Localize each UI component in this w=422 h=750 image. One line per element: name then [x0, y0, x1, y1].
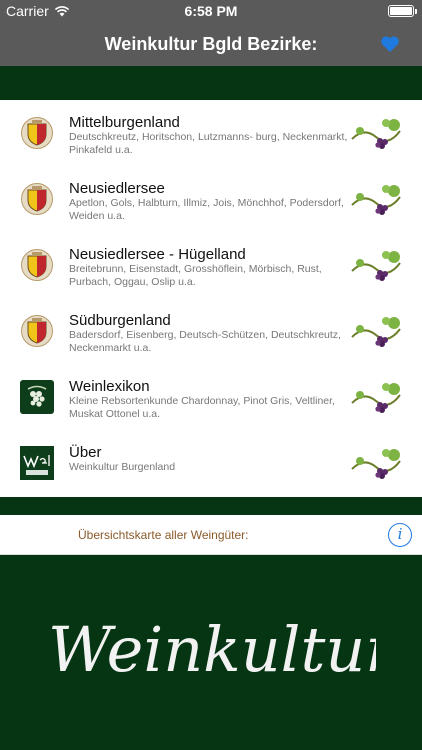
grapevine-icon	[351, 317, 401, 347]
overview-map-bar[interactable]: Übersichtskarte aller Weingüter: i	[0, 515, 422, 555]
weinkultur-wordmark-logo: Weinkultur	[48, 613, 376, 686]
grapes-logo-icon	[20, 380, 54, 414]
grapevine-icon	[351, 383, 401, 413]
grapevine-icon	[351, 119, 401, 149]
list-item-neusiedlersee[interactable]: Neusiedlersee Apetlon, Gols, Halbturn, I…	[0, 166, 422, 232]
battery-icon	[388, 5, 417, 17]
coat-of-arms-icon	[21, 183, 53, 215]
list-item-title: Weinlexikon	[69, 378, 150, 395]
weinkultur-logo-icon	[20, 446, 54, 480]
grapevine-icon	[351, 185, 401, 215]
navigation-bar: Weinkultur Bgld Bezirke:	[0, 22, 422, 66]
district-list: Mittelburgenland Deutschkreutz, Horitsch…	[0, 100, 422, 497]
status-time: 6:58 PM	[184, 3, 238, 19]
list-item-suedburgenland[interactable]: Südburgenland Badersdorf, Eisenberg, Deu…	[0, 298, 422, 364]
list-item-weinlexikon[interactable]: Weinlexikon Kleine Rebsortenkunde Chardo…	[0, 364, 422, 430]
list-item-subtitle: Apetlon, Gols, Halbturn, Illmiz, Jois, M…	[69, 197, 344, 222]
list-item-subtitle: Weinkultur Burgenland	[69, 461, 176, 473]
list-item-title: Über	[69, 444, 102, 461]
coat-of-arms-icon	[21, 315, 53, 347]
list-item-title: Neusiedlersee	[69, 180, 165, 197]
grapevine-icon	[351, 251, 401, 281]
list-item-subtitle: Badersdorf, Eisenberg, Deutsch-Schützen,…	[69, 329, 341, 354]
status-bar: Carrier 6:58 PM	[0, 0, 422, 22]
page-title: Weinkultur Bgld Bezirke:	[104, 34, 318, 54]
info-button[interactable]: i	[388, 523, 412, 547]
list-item-ueber[interactable]: Über Weinkultur Burgenland	[0, 430, 422, 496]
coat-of-arms-icon	[21, 249, 53, 281]
header-band	[0, 66, 422, 100]
list-item-title: Neusiedlersee - Hügelland	[69, 246, 246, 263]
list-item-subtitle: Kleine Rebsortenkunde Chardonnay, Pinot …	[69, 395, 335, 420]
heart-icon[interactable]	[380, 35, 400, 53]
divider-band	[0, 497, 422, 515]
coat-of-arms-icon	[21, 117, 53, 149]
list-item-neusiedlersee-huegelland[interactable]: Neusiedlersee - Hügelland Breitebrunn, E…	[0, 232, 422, 298]
logo-banner: Weinkultur	[0, 555, 422, 750]
list-item-title: Südburgenland	[69, 312, 171, 329]
overview-map-label: Übersichtskarte aller Weingüter:	[78, 528, 249, 542]
list-item-subtitle: Breitebrunn, Eisenstadt, Grosshöflein, M…	[69, 263, 322, 288]
list-item-subtitle: Deutschkreutz, Horitschon, Lutzmanns- bu…	[69, 131, 348, 156]
list-item-title: Mittelburgenland	[69, 114, 180, 131]
logo-text: Weinkultur	[48, 613, 376, 686]
list-item-mittelburgenland[interactable]: Mittelburgenland Deutschkreutz, Horitsch…	[0, 100, 422, 166]
grapevine-icon	[351, 449, 401, 479]
